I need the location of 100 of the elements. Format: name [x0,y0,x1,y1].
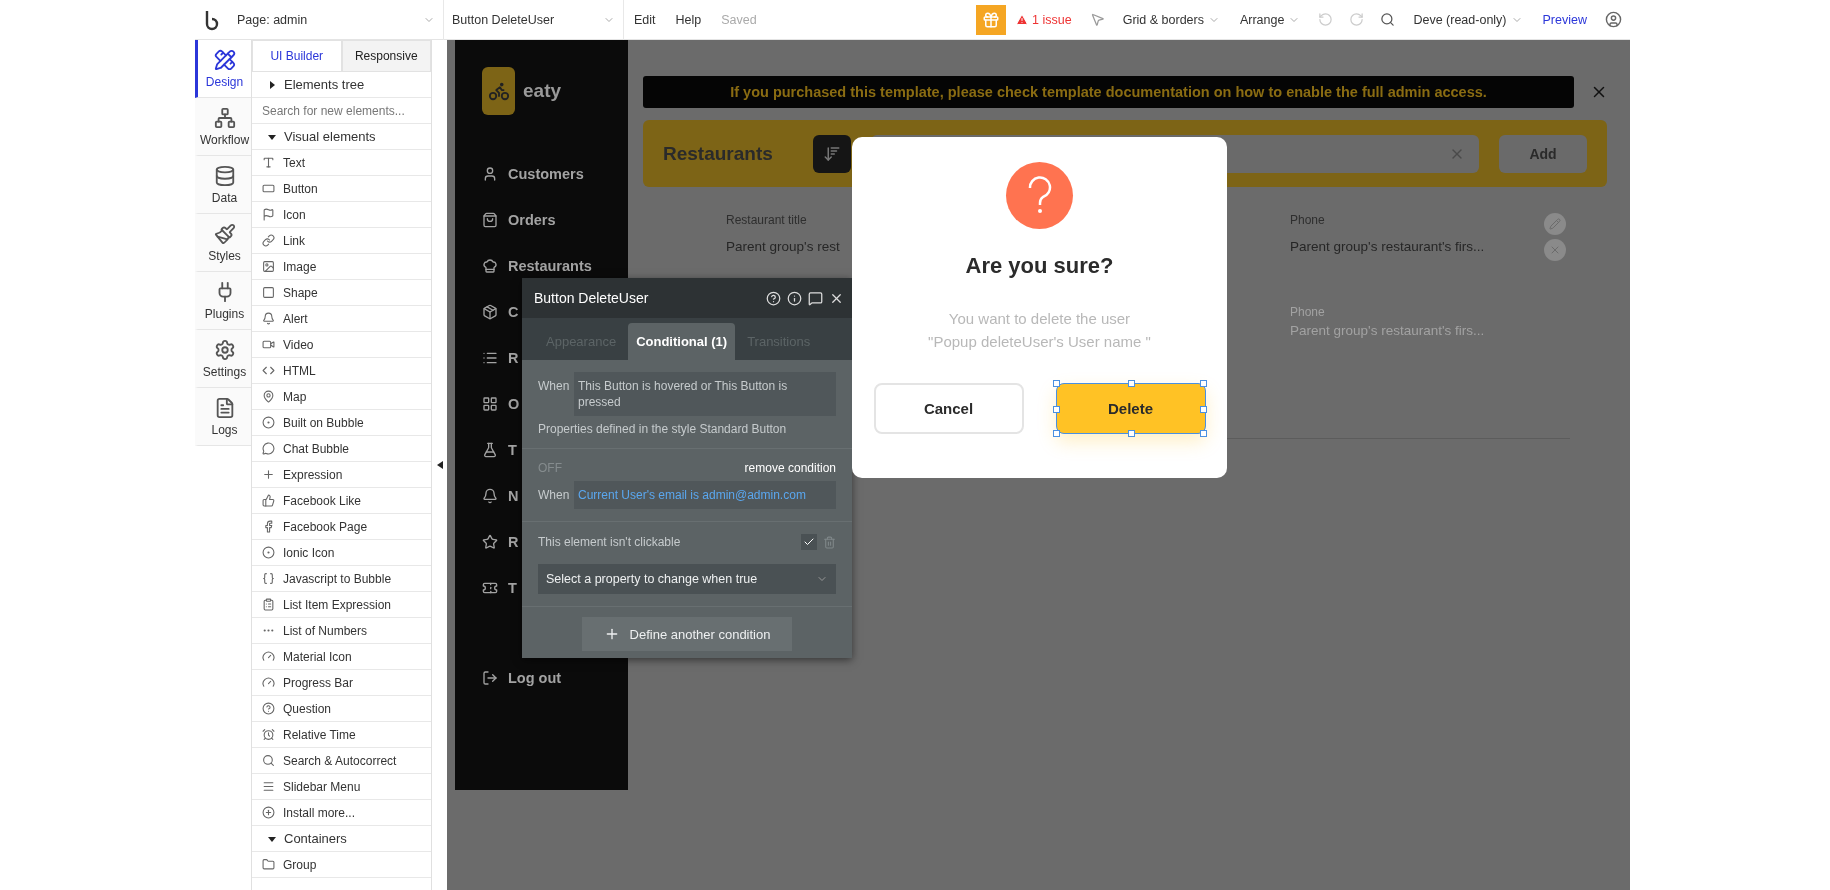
logout-icon [482,670,498,686]
element-item[interactable]: Progress Bar [252,670,431,696]
clipboard-icon [262,598,275,611]
table-cell-text: Parent group's restaurant's firs... [1290,239,1486,256]
element-item[interactable]: Icon [252,202,431,228]
checkbox[interactable] [801,534,817,550]
gift-icon [982,10,1001,29]
logout-link[interactable]: Log out [482,668,562,688]
side-tab[interactable]: Workflow [195,98,251,156]
help-icon[interactable] [766,290,781,306]
sort-button[interactable] [813,134,851,173]
nav-item[interactable]: N [482,486,519,506]
search-icon [262,754,275,767]
side-tab[interactable]: Plugins [195,272,251,330]
thumbs-up-icon [262,494,275,507]
element-item[interactable]: List Item Expression [252,592,431,618]
nav-item[interactable]: O [482,394,520,414]
user-icon [482,166,498,182]
map-pin-icon [262,390,275,403]
user-menu[interactable]: Deve (read-only) [1403,12,1533,27]
group-header[interactable]: Containers [252,826,431,852]
element-item[interactable]: Text [252,150,431,176]
nav-item[interactable]: T [482,440,517,460]
panel-tab[interactable]: Responsive [341,40,431,72]
brush-icon [213,222,236,245]
element-item[interactable]: Expression [252,462,431,488]
radio-icon [262,546,275,559]
menu-icon [262,780,275,793]
menu-item[interactable]: Help [665,12,712,27]
element-item[interactable]: Shape [252,280,431,306]
code-icon [262,364,275,377]
page-selector[interactable]: Page: admin [229,0,444,40]
arrange-menu[interactable]: Arrange [1229,12,1311,27]
element-item[interactable]: Relative Time [252,722,431,748]
element-item[interactable]: Group [252,852,431,878]
issues-button[interactable]: 1 issue [1006,12,1082,27]
grid-icon [482,396,498,412]
nav-item[interactable]: Restaurants [482,256,592,276]
element-item[interactable]: Slidebar Menu [252,774,431,800]
property-select[interactable]: Select a property to change when true [538,564,836,594]
sort-icon [823,144,841,163]
editor-tab[interactable]: Conditional (1) [628,323,736,360]
side-tab[interactable]: Settings [195,330,251,388]
nav-item[interactable]: R [482,532,519,552]
element-item[interactable]: Facebook Page [252,514,431,540]
element-item[interactable]: Chat Bubble [252,436,431,462]
element-item[interactable]: Map [252,384,431,410]
bag-icon [482,212,498,228]
side-tab[interactable]: Design [195,40,251,98]
account-icon[interactable] [1605,11,1622,28]
element-item[interactable]: Material Icon [252,644,431,670]
element-selector[interactable]: Button DeleteUser [444,0,624,40]
element-item[interactable]: Question [252,696,431,722]
side-tab[interactable]: Styles [195,214,251,272]
grid-menu[interactable]: Grid & borders [1112,12,1230,27]
nav-item[interactable]: T [482,578,517,598]
search-icon[interactable] [1380,12,1396,27]
condition-field[interactable]: This Button is hovered or This Button is pressed [574,372,836,416]
element-item[interactable]: Javascript to Bubble [252,566,431,592]
info-icon[interactable] [787,290,802,306]
element-item[interactable]: Facebook Like [252,488,431,514]
side-tab[interactable]: Data [195,156,251,214]
element-item[interactable]: Image [252,254,431,280]
text-icon [262,156,275,169]
element-item[interactable]: Video [252,332,431,358]
element-item[interactable]: Ionic Icon [252,540,431,566]
element-item[interactable]: HTML [252,358,431,384]
pointer-icon[interactable] [1089,12,1105,27]
comment-icon[interactable] [808,290,823,306]
folder-icon [262,858,275,871]
element-item[interactable]: Built on Bubble [252,410,431,436]
element-item[interactable]: Search & Autocorrect [252,748,431,774]
property-label: This element isn't clickable [538,535,681,549]
nav-item[interactable]: C [482,302,519,322]
panel-tab[interactable]: UI Builder [252,40,342,72]
element-item[interactable]: Link [252,228,431,254]
nav-item[interactable]: Orders [482,210,556,230]
dialog-button[interactable]: Delete [1055,383,1206,434]
settings-icon [213,338,236,361]
plus-circle-icon [262,806,275,819]
nav-item[interactable]: Customers [482,164,584,184]
element-item[interactable]: Install more... [252,800,431,826]
nav-item[interactable]: R [482,348,519,368]
group-header[interactable]: Visual elements [252,124,431,150]
collapse-arrow-icon[interactable] [436,461,443,469]
video-icon [262,338,275,351]
dialog-button[interactable]: Cancel [873,383,1024,434]
menu-item[interactable]: Edit [624,12,666,27]
element-item[interactable]: Alert [252,306,431,332]
preview-link[interactable]: Preview [1532,12,1597,27]
gift-button[interactable] [976,4,1007,35]
element-item[interactable]: List of Numbers [252,618,431,644]
check-icon [803,536,815,548]
caret-icon [268,132,276,141]
bell-icon [482,488,498,504]
side-tab[interactable]: Logs [195,388,251,446]
braces-icon [262,572,275,585]
add-condition-button[interactable]: Define another condition [582,617,792,651]
element-item[interactable]: Button [252,176,431,202]
remove-condition-link[interactable]: remove condition [744,461,836,475]
